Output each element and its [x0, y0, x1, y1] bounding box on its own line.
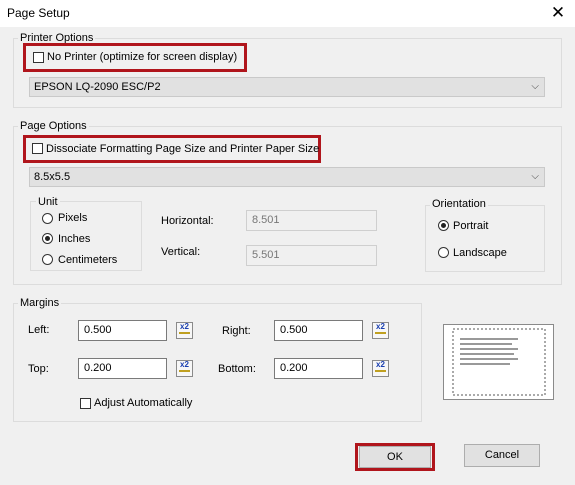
chevron-down-icon: ⌵: [531, 171, 539, 182]
portrait-label: Portrait: [453, 220, 489, 232]
margins-legend: Margins: [18, 297, 62, 309]
orientation-group: [425, 205, 545, 272]
adjust-automatically-label: Adjust Automatically: [94, 397, 193, 409]
left-margin-spin-icon[interactable]: x2: [176, 322, 193, 339]
title-bar: [0, 0, 575, 27]
bottom-margin-spin-icon[interactable]: x2: [372, 360, 389, 377]
bottom-margin-label: Bottom:: [218, 363, 256, 375]
horizontal-field[interactable]: 8.501: [246, 210, 377, 231]
no-printer-label: No Printer (optimize for screen display): [47, 51, 238, 63]
unit-inches-radio[interactable]: [42, 233, 53, 244]
unit-centimeters-label: Centimeters: [58, 254, 118, 266]
cancel-button[interactable]: Cancel: [464, 444, 540, 467]
close-icon[interactable]: ✕: [548, 3, 568, 23]
vertical-label: Vertical:: [161, 246, 201, 258]
printer-select[interactable]: EPSON LQ-2090 ESC/P2 ⌵: [29, 77, 545, 97]
left-margin-field[interactable]: 0.500: [78, 320, 167, 341]
window-title: Page Setup: [7, 6, 70, 20]
right-margin-spin-icon[interactable]: x2: [372, 322, 389, 339]
unit-pixels-radio[interactable]: [42, 213, 53, 224]
vertical-field[interactable]: 5.501: [246, 245, 377, 266]
dissociate-checkbox[interactable]: [32, 143, 43, 154]
right-margin-field[interactable]: 0.500: [274, 320, 363, 341]
page-options-legend: Page Options: [18, 120, 89, 132]
page-size-select[interactable]: 8.5x5.5 ⌵: [29, 167, 545, 187]
right-margin-label: Right:: [222, 325, 251, 337]
unit-pixels-label: Pixels: [58, 212, 88, 224]
unit-centimeters-radio[interactable]: [42, 254, 53, 265]
page-preview: [443, 324, 554, 400]
ok-button[interactable]: OK: [359, 446, 431, 468]
printer-select-value: EPSON LQ-2090 ESC/P2: [34, 81, 161, 93]
no-printer-checkbox[interactable]: [33, 52, 44, 63]
portrait-radio[interactable]: [438, 220, 449, 231]
bottom-margin-field[interactable]: 0.200: [274, 358, 363, 379]
orientation-legend: Orientation: [430, 198, 488, 210]
horizontal-label: Horizontal:: [161, 215, 214, 227]
unit-legend: Unit: [36, 196, 60, 208]
top-margin-field[interactable]: 0.200: [78, 358, 167, 379]
left-margin-label: Left:: [28, 324, 50, 336]
unit-inches-label: Inches: [58, 233, 91, 245]
adjust-automatically-checkbox[interactable]: [80, 398, 91, 409]
landscape-label: Landscape: [453, 247, 507, 259]
top-margin-label: Top:: [28, 363, 49, 375]
top-margin-spin-icon[interactable]: x2: [176, 360, 193, 377]
dissociate-label: Dissociate Formatting Page Size and Prin…: [46, 143, 320, 155]
landscape-radio[interactable]: [438, 247, 449, 258]
page-size-select-value: 8.5x5.5: [34, 171, 71, 183]
chevron-down-icon: ⌵: [531, 81, 539, 92]
